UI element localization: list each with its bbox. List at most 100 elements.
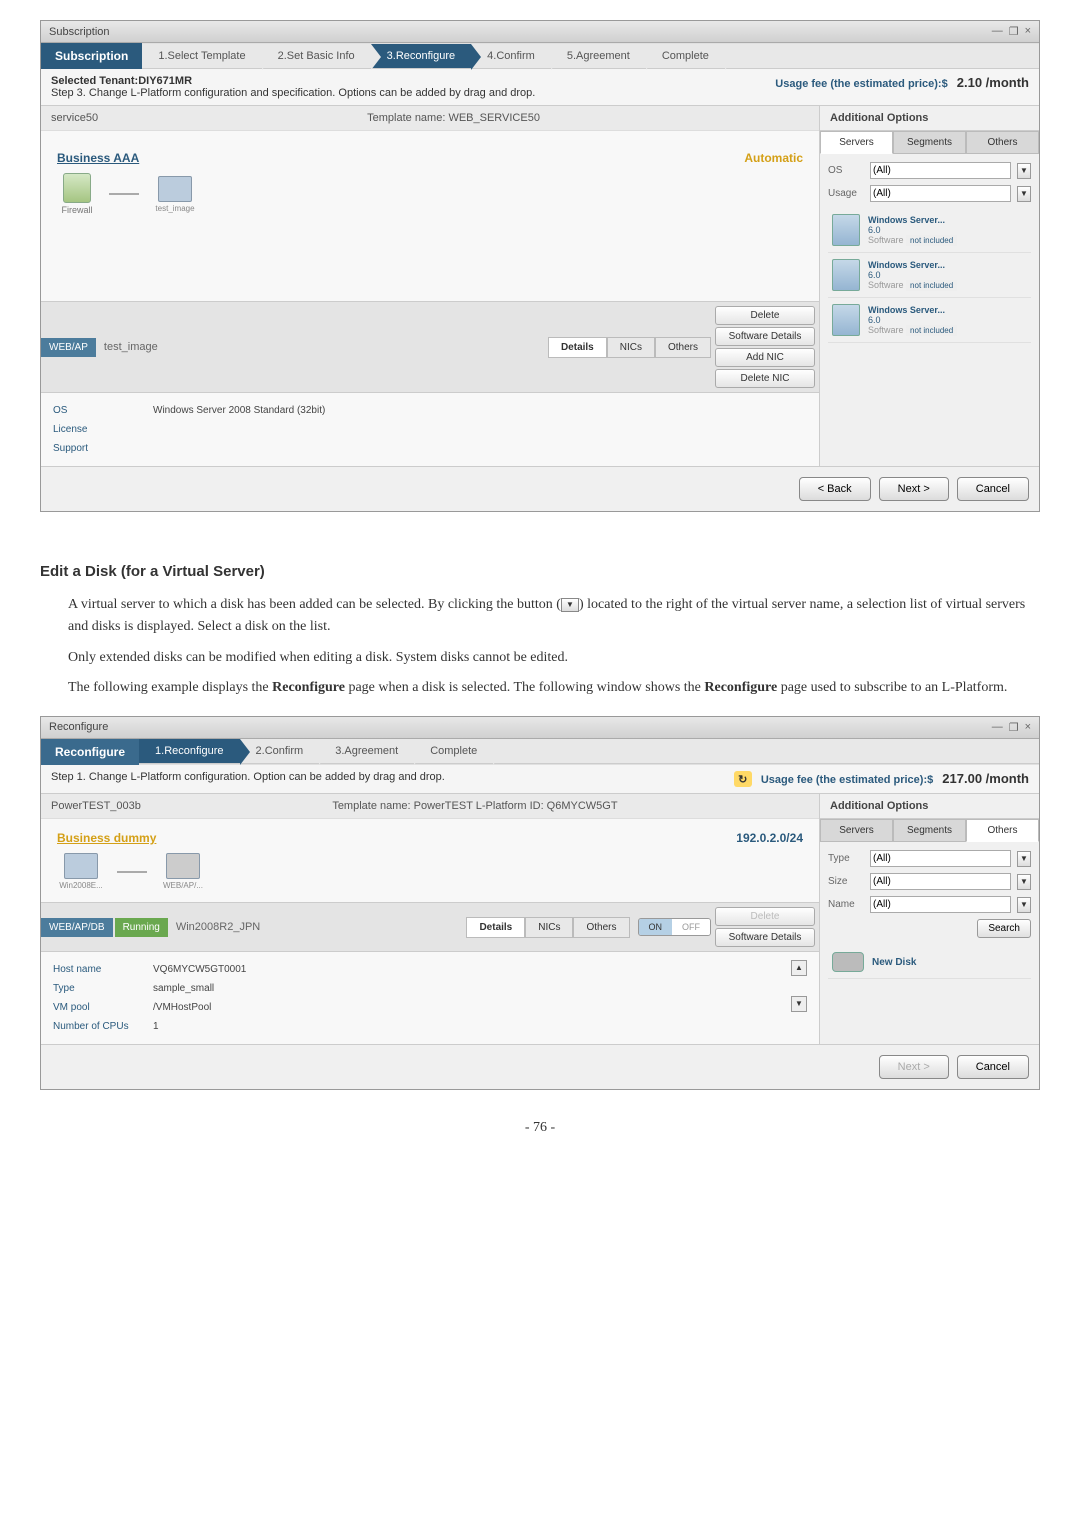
breadcrumb: 1.Select Template 2.Set Basic Info 3.Rec… [142,44,1039,69]
server-card[interactable]: Windows Server... 6.0 Software not inclu… [828,208,1031,253]
tab-others[interactable]: Others [966,819,1039,842]
business-label[interactable]: Business dummy [57,831,803,845]
close-icon[interactable]: × [1025,25,1031,38]
connection-line [117,871,147,873]
search-button[interactable]: Search [977,919,1031,938]
back-button[interactable]: < Back [799,477,871,501]
server-card[interactable]: Windows Server... 6.0 Software not inclu… [828,298,1031,343]
server-node[interactable]: WEB/AP/... [159,853,207,890]
step-2: 2.Set Basic Info [262,44,371,68]
step-5: 5.Agreement [551,44,646,68]
tab-details[interactable]: Details [466,917,525,938]
step-description: Step 3. Change L-Platform configuration … [51,87,535,99]
cpu-value: 1 [153,1021,159,1032]
tab-segments[interactable]: Segments [893,131,966,154]
software-details-button[interactable]: Software Details [715,928,815,947]
options-sidebar: Additional Options Servers Segments Othe… [819,794,1039,1044]
tab-servers[interactable]: Servers [820,131,893,154]
server-node[interactable]: Win2008E... [57,853,105,890]
server-node[interactable]: test_image [151,176,199,213]
usage-fee-price: 2.10 /month [957,75,1029,90]
sidebar-title: Additional Options [820,106,1039,131]
cancel-button[interactable]: Cancel [957,1055,1029,1079]
tenant-value: DIY671MR [138,75,192,87]
disk-icon [166,853,200,879]
chevron-down-icon[interactable]: ▼ [1017,186,1031,202]
detail-panel: WEB/AP/DB Running Win2008R2_JPN Details … [41,902,819,1044]
os-filter-label: OS [828,165,864,176]
cancel-button[interactable]: Cancel [957,477,1029,501]
chevron-down-icon[interactable]: ▼ [1017,851,1031,867]
options-sidebar: Additional Options Servers Segments Othe… [819,106,1039,466]
refresh-icon[interactable]: ↻ [734,771,752,787]
tab-others[interactable]: Others [966,131,1039,154]
minimize-icon[interactable]: — [992,721,1003,734]
size-filter-input[interactable] [870,873,1011,890]
tab-nics[interactable]: NICs [607,337,655,358]
usage-filter-input[interactable] [870,185,1011,202]
scroll-up-icon[interactable]: ▲ [791,960,807,976]
sidebar-title: Additional Options [820,794,1039,819]
next-button[interactable]: Next > [879,477,949,501]
tab-nics[interactable]: NICs [525,917,573,938]
tenant-label: Selected Tenant: [51,75,138,87]
next-button[interactable]: Next > [879,1055,949,1079]
window-title: Subscription [49,26,110,38]
chevron-down-icon[interactable]: ▼ [1017,897,1031,913]
os-value: Windows Server 2008 Standard (32bit) [153,405,325,416]
delete-button[interactable]: Delete [715,306,815,325]
on-off-toggle[interactable]: ON OFF [638,918,712,936]
connection-line [109,193,139,195]
window-controls: — ❐ × [992,25,1031,38]
tab-others[interactable]: Others [655,337,711,358]
window-titlebar: Subscription — ❐ × [41,21,1039,43]
dropdown-inline-icon: ▼ [561,598,579,612]
chevron-down-icon[interactable]: ▼ [1017,874,1031,890]
maximize-icon[interactable]: ❐ [1009,721,1019,734]
server-card[interactable]: Windows Server... 6.0 Software not inclu… [828,253,1031,298]
delete-button[interactable]: Delete [715,907,815,926]
delete-nic-button[interactable]: Delete NIC [715,369,815,388]
os-filter-input[interactable] [870,162,1011,179]
business-label[interactable]: Business AAA [57,151,803,165]
support-label: Support [53,443,153,454]
main-tab[interactable]: Subscription [41,43,142,69]
usage-fee-label: Usage fee (the estimated price):$ [761,774,933,786]
tab-segments[interactable]: Segments [893,819,966,842]
auto-label: Automatic [744,151,803,165]
add-nic-button[interactable]: Add NIC [715,348,815,367]
cpu-label: Number of CPUs [53,1021,153,1032]
breadcrumb: 1.Reconfigure 2.Confirm 3.Agreement Comp… [139,739,1039,764]
server-thumb-icon [832,304,860,336]
type-filter-input[interactable] [870,850,1011,867]
license-label: License [53,424,153,435]
software-details-button[interactable]: Software Details [715,327,815,346]
tab-others[interactable]: Others [573,917,629,938]
tab-details[interactable]: Details [548,337,607,358]
maximize-icon[interactable]: ❐ [1009,25,1019,38]
step-4: 4.Confirm [471,44,551,68]
reconfigure-screenshot: Reconfigure — ❐ × Reconfigure 1.Reconfig… [40,716,1040,1091]
detail-title: Win2008R2_JPN [168,917,268,937]
document-text: Edit a Disk (for a Virtual Server) A vir… [40,532,1040,716]
minimize-icon[interactable]: — [992,25,1003,38]
service-name: PowerTEST_003b [51,800,141,812]
os-label: OS [53,405,153,416]
name-filter-input[interactable] [870,896,1011,913]
window-controls: — ❐ × [992,721,1031,734]
step-1: 1.Select Template [142,44,261,68]
subscription-screenshot: Subscription — ❐ × Subscription 1.Select… [40,20,1040,512]
close-icon[interactable]: × [1025,721,1031,734]
paragraph-2: Only extended disks can be modified when… [68,647,1040,669]
disk-card[interactable]: New Disk [828,946,1031,979]
tab-servers[interactable]: Servers [820,819,893,842]
vmpool-label: VM pool [53,1002,153,1013]
host-value: VQ6MYCW5GT0001 [153,964,246,975]
chevron-down-icon[interactable]: ▼ [1017,163,1031,179]
detail-badge: WEB/AP/DB [41,918,113,937]
main-tab[interactable]: Reconfigure [41,739,139,765]
step-description: Step 1. Change L-Platform configuration.… [51,771,445,783]
scroll-down-icon[interactable]: ▼ [791,996,807,1012]
usage-fee-price: 217.00 /month [942,771,1029,786]
firewall-node[interactable]: Firewall [57,173,97,215]
